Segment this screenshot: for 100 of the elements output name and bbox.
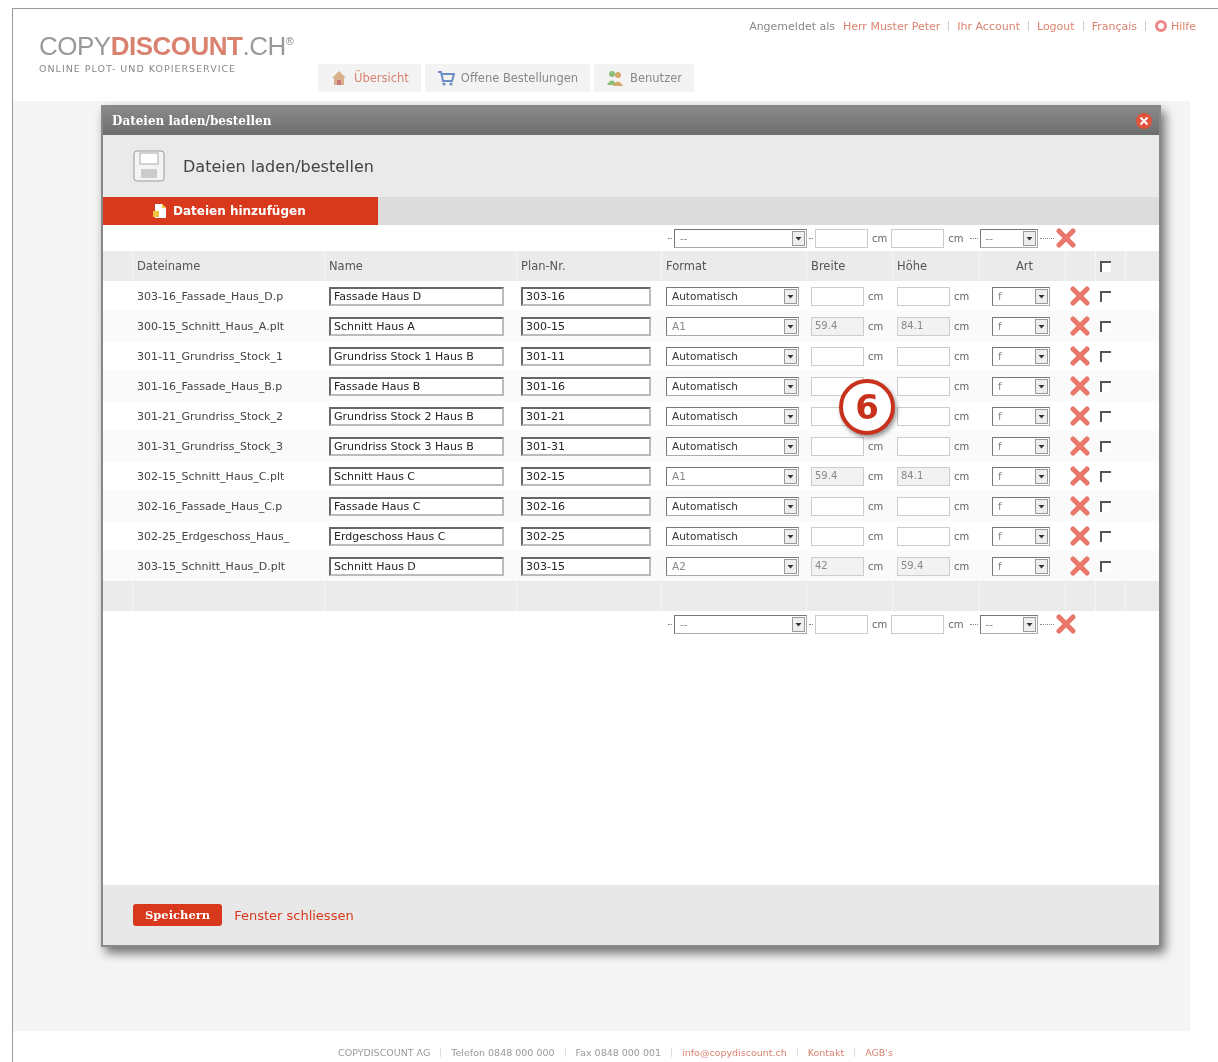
add-files-tab[interactable]: Dateien hinzufügen [103, 197, 378, 225]
format-dropdown[interactable]: Automatisch [666, 526, 799, 546]
type-dropdown[interactable]: -- [979, 614, 1038, 634]
width-field[interactable] [815, 614, 868, 634]
plan-number-field[interactable]: 301-31 [521, 436, 651, 456]
plan-number-field[interactable]: 301-11 [521, 346, 651, 366]
width-field[interactable] [811, 346, 864, 366]
file-name: 302-25_Erdgeschoss_Haus_ [137, 529, 290, 543]
name-field[interactable]: Fassade Haus C [329, 496, 504, 516]
column-header: Höhe [897, 259, 928, 273]
type-dropdown[interactable]: f [992, 436, 1050, 456]
delete-icon[interactable] [1055, 614, 1076, 634]
footer-link[interactable]: Kontakt [807, 1047, 845, 1058]
header-link[interactable]: Ihr Account [957, 19, 1020, 33]
close-window-link[interactable]: Fenster schliessen [234, 907, 354, 923]
height-field[interactable] [897, 496, 950, 516]
checkbox[interactable] [1100, 440, 1111, 452]
checkbox[interactable] [1100, 500, 1111, 512]
logo[interactable]: COPYDISCOUNT.CH$^{®}$ [39, 31, 294, 62]
plan-number-field[interactable]: 301-16 [521, 376, 651, 396]
type-dropdown[interactable]: f [992, 406, 1050, 426]
help-link[interactable]: Hilfe [1153, 19, 1196, 33]
delete-icon[interactable] [1070, 436, 1090, 456]
name-field[interactable]: Grundriss Stock 3 Haus B [329, 436, 504, 456]
plan-number-field[interactable]: 303-16 [521, 286, 651, 306]
width-field[interactable] [811, 436, 864, 456]
height-field[interactable] [891, 614, 945, 634]
checkbox[interactable] [1100, 380, 1111, 392]
format-dropdown[interactable]: -- [674, 228, 807, 248]
height-field[interactable] [897, 436, 950, 456]
footer-link[interactable]: AGB's [865, 1047, 893, 1058]
name-field[interactable]: Fassade Haus B [329, 376, 504, 396]
column-header: Plan-Nr. [521, 259, 566, 273]
plan-number-field[interactable]: 302-16 [521, 496, 651, 516]
close-icon[interactable] [1135, 112, 1153, 130]
type-dropdown[interactable]: f [992, 496, 1050, 516]
height-field[interactable] [897, 346, 950, 366]
file-name: 303-16_Fassade_Haus_D.p [137, 289, 284, 303]
footer-text: Fax 0848 000 001 [575, 1047, 662, 1058]
unit-label: cm [948, 618, 964, 630]
plan-number-field[interactable]: 302-25 [521, 526, 651, 546]
footer-link[interactable]: info@copydiscount.ch [682, 1047, 787, 1058]
file-name: 301-21_Grundriss_Stock_2 [137, 409, 283, 423]
nav-tab[interactable]: Benutzer [594, 64, 694, 92]
delete-icon[interactable] [1070, 556, 1090, 576]
width-field[interactable] [811, 496, 864, 516]
unit-label: cm [868, 500, 884, 512]
height-field[interactable] [891, 228, 945, 248]
nav-tab[interactable]: Übersicht [318, 64, 421, 92]
height-field[interactable] [897, 376, 950, 396]
format-dropdown[interactable]: Automatisch [666, 286, 799, 306]
plan-number-field[interactable]: 301-21 [521, 406, 651, 426]
format-dropdown[interactable]: Automatisch [666, 346, 799, 366]
save-button[interactable]: Speichern [133, 904, 223, 926]
delete-icon[interactable] [1070, 406, 1090, 426]
height-field[interactable] [897, 406, 950, 426]
unit-label: cm [954, 410, 970, 422]
type-dropdown[interactable]: f [992, 376, 1050, 396]
unit-label: cm [872, 618, 888, 630]
delete-icon[interactable] [1070, 466, 1090, 486]
unit-label: cm [954, 350, 970, 362]
delete-icon[interactable] [1070, 346, 1090, 366]
type-dropdown[interactable]: f [992, 346, 1050, 366]
checkbox[interactable] [1100, 260, 1111, 272]
height-field[interactable] [897, 526, 950, 546]
height-field[interactable] [897, 286, 950, 306]
unit-label: cm [948, 232, 964, 244]
name-field[interactable]: Erdgeschoss Haus C [329, 526, 504, 546]
name-field[interactable]: Fassade Haus D [329, 286, 504, 306]
format-dropdown[interactable]: Automatisch [666, 436, 799, 456]
delete-icon[interactable] [1070, 316, 1090, 336]
name-field[interactable]: Grundriss Stock 2 Haus B [329, 406, 504, 426]
nav-tab[interactable]: Offene Bestellungen [424, 64, 591, 92]
dialog-title: Dateien laden/bestellen [112, 114, 272, 128]
width-field[interactable] [815, 228, 868, 248]
header-link[interactable]: Français [1091, 19, 1137, 33]
width-field[interactable] [811, 526, 864, 546]
file-name: 302-16_Fassade_Haus_C.p [137, 499, 283, 513]
header-link[interactable]: Logout [1036, 19, 1075, 33]
format-dropdown[interactable]: Automatisch [666, 406, 799, 426]
header-link[interactable]: Herr Muster Peter [843, 19, 941, 33]
format-dropdown[interactable]: -- [674, 614, 807, 634]
format-dropdown[interactable]: Automatisch [666, 376, 799, 396]
delete-icon[interactable] [1055, 228, 1076, 248]
help-icon [1153, 19, 1168, 33]
delete-icon[interactable] [1070, 496, 1090, 516]
type-dropdown[interactable]: f [992, 286, 1050, 306]
footer-text: COPYDISCOUNT AG [338, 1047, 431, 1058]
unit-label: cm [954, 530, 970, 542]
delete-icon[interactable] [1070, 526, 1090, 546]
delete-icon[interactable] [1070, 286, 1090, 306]
delete-icon[interactable] [1070, 376, 1090, 396]
name-field[interactable]: Grundriss Stock 1 Haus B [329, 346, 504, 366]
width-field[interactable] [811, 286, 864, 306]
house-icon [330, 69, 348, 87]
type-dropdown[interactable]: -- [979, 228, 1038, 248]
unit-label: cm [868, 290, 884, 302]
type-dropdown[interactable]: f [992, 526, 1050, 546]
format-dropdown[interactable]: Automatisch [666, 496, 799, 516]
column-header: Name [329, 259, 363, 273]
